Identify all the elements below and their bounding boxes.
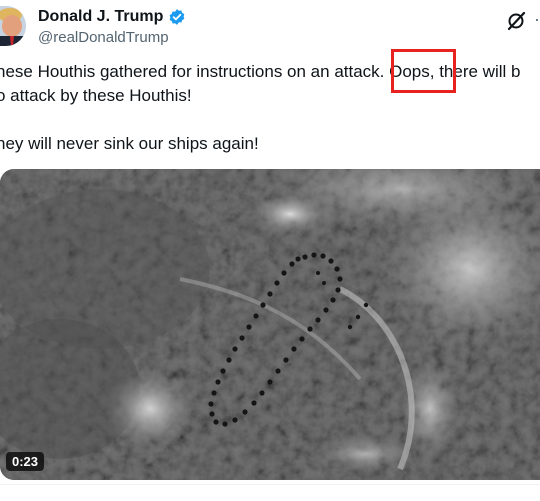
divider [0,484,540,485]
grok-icon[interactable] [506,11,526,31]
author-handle[interactable]: @realDonaldTrump [38,29,169,46]
post-text-line-1-start: hese Houthis gathered for instructions o… [0,62,380,81]
video-duration-badge: 0:23 [6,452,45,471]
video-media[interactable] [0,169,540,480]
verified-badge-icon [168,8,186,26]
author-name[interactable]: Donald J. Trump [38,8,163,26]
post-text-line-2: o attack by these Houthis! [0,86,192,105]
post-text-line-3: hey will never sink our ships again! [0,134,259,153]
more-options-icon[interactable]: ··· [534,9,540,30]
post-text-line-1: hese Houthis gathered for instructions o… [0,60,540,84]
aerial-video-frame [0,169,540,480]
author-name-row: Donald J. Trump [38,8,186,26]
oops-highlight-box [391,49,456,93]
author-avatar[interactable] [0,6,26,46]
post-text: hese Houthis gathered for instructions o… [0,60,540,156]
